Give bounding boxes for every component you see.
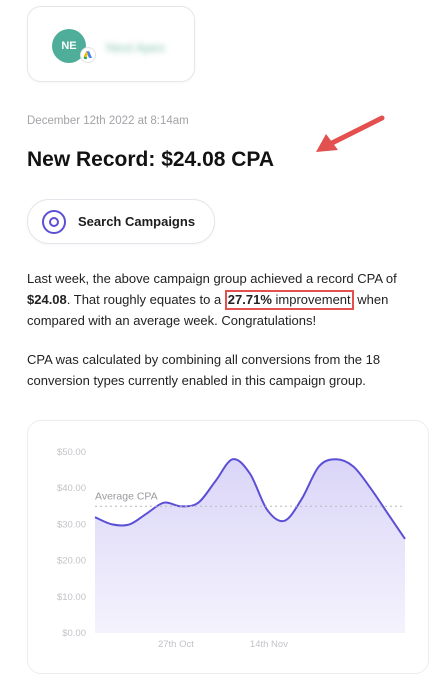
- y-tick-label: $30.00: [57, 519, 86, 530]
- y-tick-label: $0.00: [62, 628, 86, 639]
- annotation-arrow-icon: [316, 115, 385, 152]
- cpa-chart-card: $50.00 $40.00 $30.00 $20.00 $10.00 $0.00 Avera…: [27, 420, 429, 674]
- cpa-chart: $50.00 $40.00 $30.00 $20.00 $10.00 $0.00 Avera…: [57, 447, 406, 650]
- search-campaigns-label: Search Campaigns: [78, 214, 196, 229]
- cpa-area: [95, 459, 405, 633]
- improvement-highlight: 27.71% improvement: [224, 290, 354, 310]
- improvement-word: improvement: [271, 292, 351, 307]
- y-tick-label: $50.00: [57, 447, 86, 458]
- page-title: New Record: $24.08 CPA: [27, 148, 275, 171]
- y-tick-label: $20.00: [57, 556, 86, 567]
- summary-text-1: Last week, the above campaign group achi…: [27, 271, 397, 286]
- search-campaigns-button[interactable]: Search Campaigns: [27, 199, 215, 244]
- average-cpa-label: Average CPA: [95, 490, 158, 502]
- campaign-target-icon: [42, 209, 66, 234]
- y-tick-label: $10.00: [57, 592, 86, 603]
- calculation-note: CPA was calculated by combining all conv…: [27, 352, 381, 388]
- summary-text-2: . That roughly equates to a: [66, 292, 225, 307]
- timestamp: December 12th 2022 at 8:14am: [27, 115, 189, 127]
- y-tick-label: $40.00: [57, 483, 86, 494]
- account-card[interactable]: NE Next Apex: [27, 6, 195, 82]
- x-tick-label: 27th Oct: [158, 639, 194, 650]
- record-cpa-value: $24.08: [27, 292, 67, 307]
- account-name: Next Apex: [106, 40, 166, 55]
- x-tick-label: 14th Nov: [250, 639, 288, 650]
- improvement-percentage: 27.71%: [227, 292, 272, 307]
- google-ads-icon: [80, 47, 96, 63]
- summary-paragraph: Last week, the above campaign group achi…: [27, 268, 427, 331]
